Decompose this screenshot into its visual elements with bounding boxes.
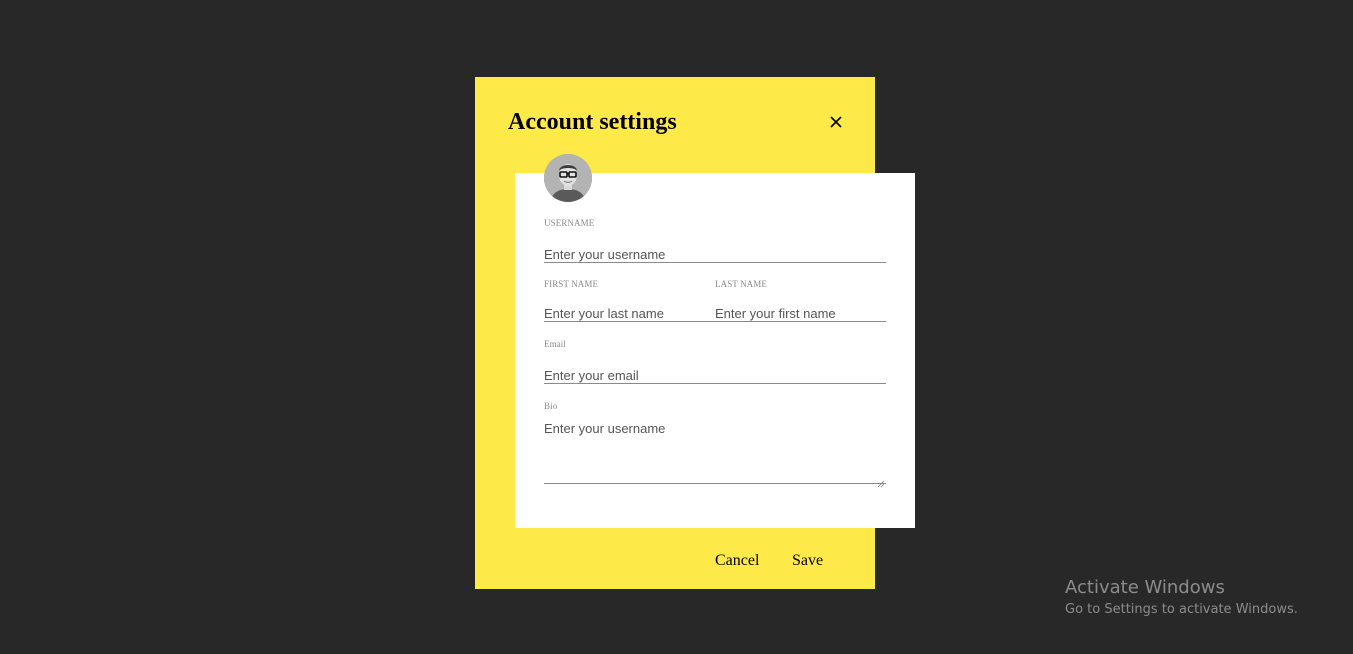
cancel-button[interactable]: Cancel: [715, 551, 759, 571]
username-input[interactable]: [544, 246, 886, 263]
email-input[interactable]: [544, 367, 886, 384]
close-button[interactable]: [827, 113, 845, 131]
first-name-label: FIRST NAME: [544, 279, 599, 289]
bio-textarea[interactable]: [544, 421, 886, 484]
last-name-label: LAST NAME: [715, 279, 767, 289]
last-name-input[interactable]: [715, 305, 886, 322]
first-name-input[interactable]: [544, 305, 715, 322]
save-button[interactable]: Save: [792, 551, 823, 571]
close-icon: [830, 116, 842, 128]
username-label: USERNAME: [544, 218, 595, 228]
resize-handle-icon[interactable]: [877, 475, 885, 488]
email-label: Email: [544, 339, 566, 349]
bio-label: Bio: [544, 401, 558, 411]
activate-windows-subtitle: Go to Settings to activate Windows.: [1065, 602, 1298, 617]
activate-windows-title: Activate Windows: [1065, 577, 1225, 598]
dialog-title: Account settings: [508, 109, 677, 135]
user-avatar-icon: [544, 154, 592, 202]
avatar[interactable]: [544, 154, 592, 202]
